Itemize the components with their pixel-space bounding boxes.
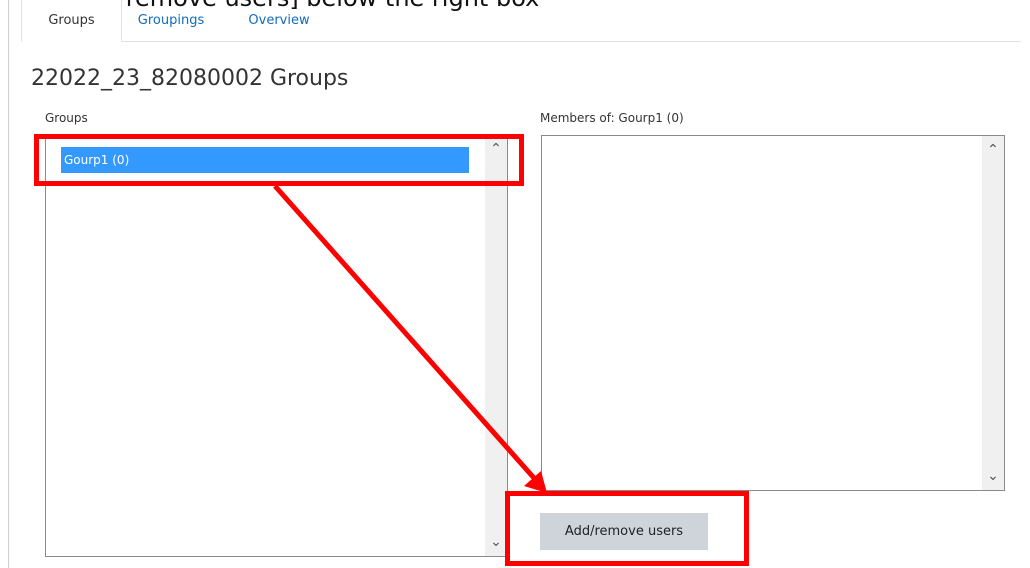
chevron-down-icon[interactable]: ⌄ bbox=[982, 465, 1004, 487]
add-remove-users-button[interactable]: Add/remove users bbox=[540, 513, 708, 550]
page: • [Add/remove users] below the right box… bbox=[0, 0, 1030, 568]
members-scrollbar[interactable]: ⌃ ⌄ bbox=[982, 136, 1004, 490]
tab-groupings[interactable]: Groupings bbox=[125, 0, 217, 41]
chevron-down-icon[interactable]: ⌄ bbox=[485, 531, 507, 553]
page-left-border bbox=[8, 0, 9, 568]
tab-overview[interactable]: Overview bbox=[241, 0, 317, 41]
page-title: 22022_23_82080002 Groups bbox=[31, 66, 349, 91]
members-label: Members of: Gourp1 (0) bbox=[540, 111, 684, 125]
chevron-up-icon[interactable]: ⌃ bbox=[485, 138, 507, 160]
chevron-up-icon[interactable]: ⌃ bbox=[982, 139, 1004, 161]
members-listbox[interactable]: ⌃ ⌄ bbox=[541, 135, 1005, 491]
groups-listbox[interactable]: Gourp1 (0) ⌃ ⌄ bbox=[45, 134, 508, 557]
groups-scrollbar[interactable]: ⌃ ⌄ bbox=[485, 135, 507, 556]
tab-bar: Groups Groupings Overview bbox=[21, 0, 1021, 42]
group-option[interactable]: Gourp1 (0) bbox=[61, 147, 469, 173]
tab-groups[interactable]: Groups bbox=[21, 0, 122, 42]
groups-label: Groups bbox=[45, 111, 88, 125]
